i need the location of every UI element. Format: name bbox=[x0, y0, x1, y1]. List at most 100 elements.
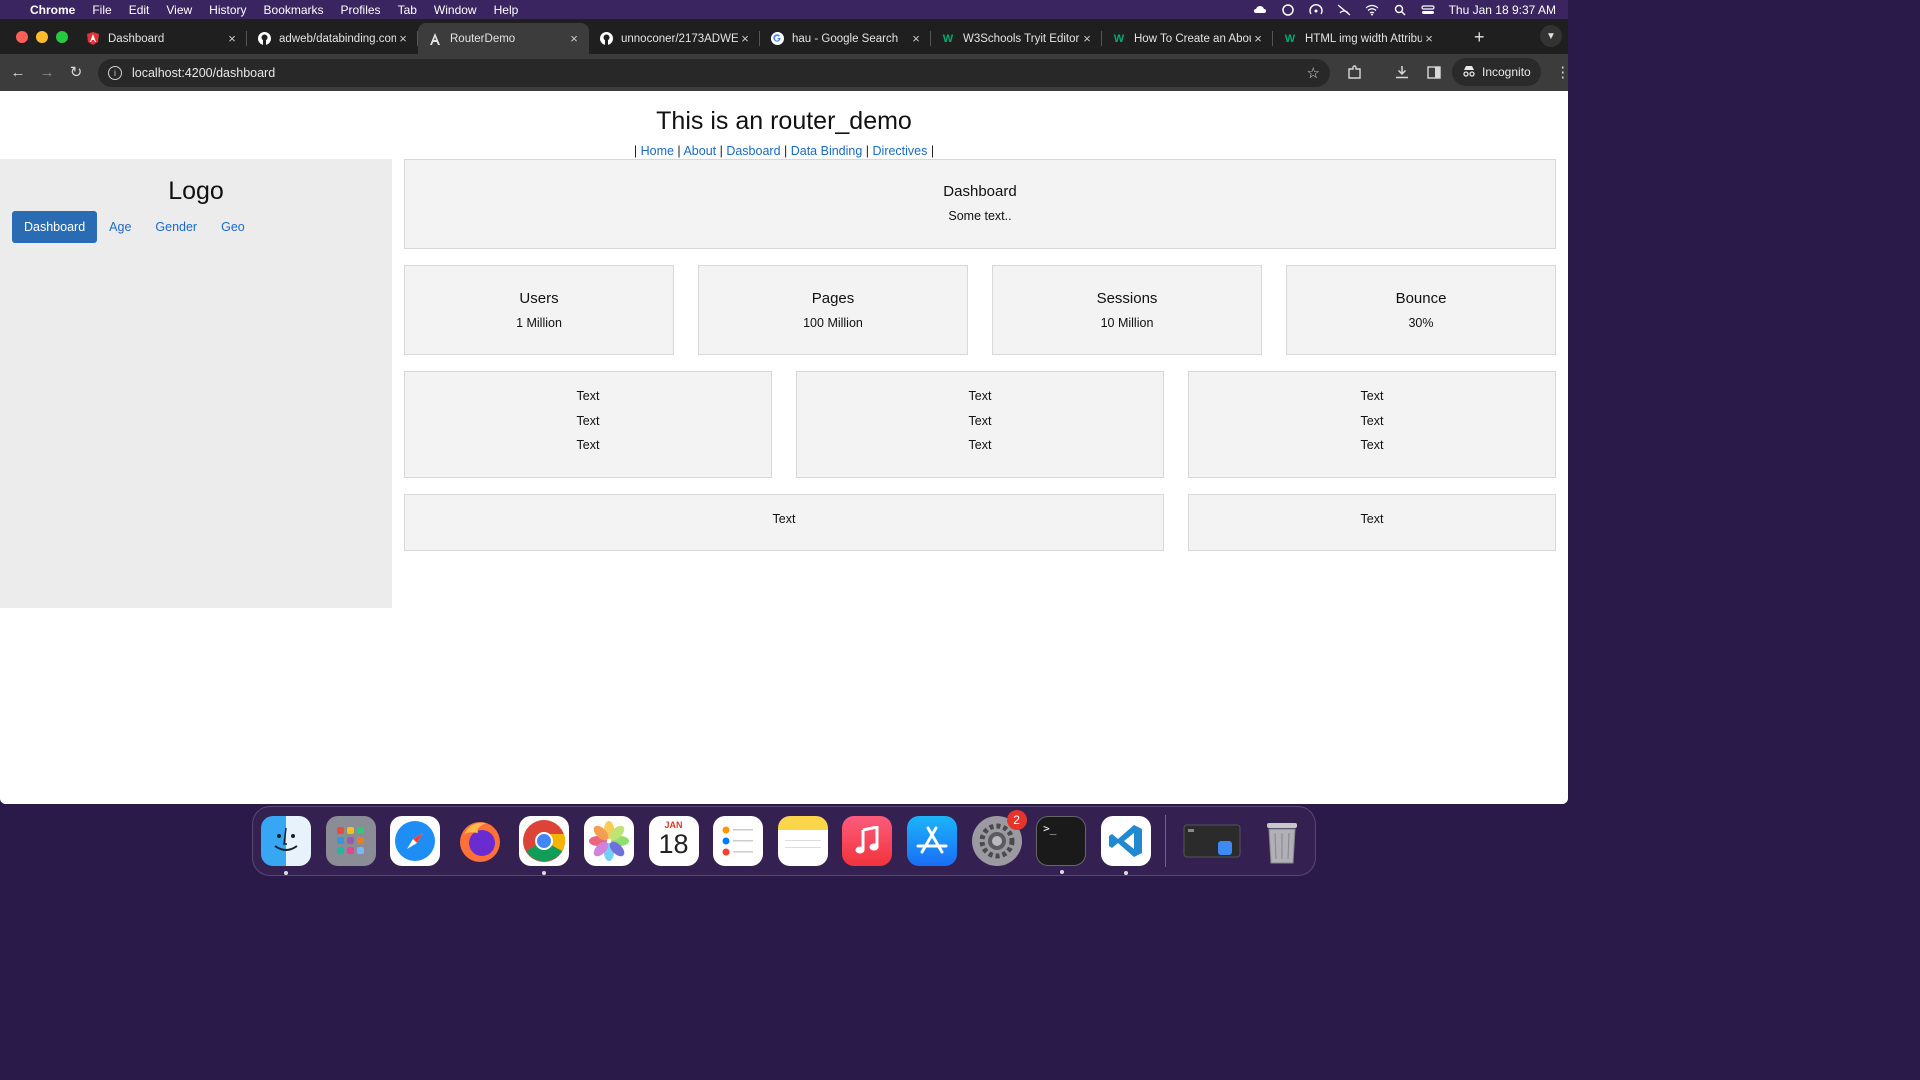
bookmark-star-icon[interactable]: ☆ bbox=[1307, 64, 1320, 82]
forward-arrow-icon[interactable]: → bbox=[33, 58, 61, 86]
tab-close-icon[interactable]: × bbox=[1080, 31, 1094, 46]
tab-close-icon[interactable]: × bbox=[738, 31, 752, 46]
tab-title: adweb/databinding.comp bbox=[279, 32, 396, 45]
finder-icon[interactable] bbox=[261, 816, 311, 875]
chrome-icon[interactable] bbox=[519, 816, 570, 875]
window-controls bbox=[16, 31, 68, 43]
sidebar-link-dashboard[interactable]: Dashboard bbox=[12, 211, 98, 243]
chrome-window: Dashboard × adweb/databinding.comp × Rou… bbox=[0, 19, 1568, 804]
chrome-menu-icon[interactable]: ⋮ bbox=[1549, 58, 1568, 86]
tab-close-icon[interactable]: × bbox=[1422, 31, 1436, 46]
tab-title: RouterDemo bbox=[450, 32, 516, 45]
text-line: Text bbox=[1360, 438, 1384, 452]
terminal-prompt-icon: >_ bbox=[1043, 822, 1057, 835]
sidebar-link-gender[interactable]: Gender bbox=[143, 211, 209, 243]
menu-bookmarks[interactable]: Bookmarks bbox=[264, 3, 324, 17]
dashboard-text: Some text.. bbox=[948, 209, 1012, 223]
nav-link-dashboard[interactable]: Dasboard bbox=[726, 144, 780, 158]
text-line: Text bbox=[576, 389, 600, 403]
w3schools-icon: W bbox=[1113, 32, 1125, 45]
site-info-icon[interactable]: i bbox=[108, 66, 122, 80]
menu-app-name[interactable]: Chrome bbox=[30, 3, 75, 17]
control-center-icon[interactable] bbox=[1420, 4, 1435, 15]
window-close-button[interactable] bbox=[16, 31, 28, 43]
creative-cloud-icon[interactable] bbox=[1281, 3, 1295, 16]
menu-help[interactable]: Help bbox=[494, 3, 519, 17]
menu-view[interactable]: View bbox=[166, 3, 192, 17]
settings-notification-badge: 2 bbox=[1006, 810, 1027, 830]
tab-dashboard[interactable]: Dashboard × bbox=[76, 23, 247, 54]
google-icon bbox=[770, 32, 784, 46]
tab-html-img-width[interactable]: W HTML img width Attribute × bbox=[1273, 23, 1444, 54]
weather-icon[interactable] bbox=[1253, 4, 1267, 15]
wide-text-card: Text bbox=[404, 494, 1164, 551]
menu-history[interactable]: History bbox=[209, 3, 246, 17]
window-maximize-button[interactable] bbox=[56, 31, 68, 43]
nav-link-data-binding[interactable]: Data Binding bbox=[791, 144, 863, 158]
nav-link-about[interactable]: About bbox=[683, 144, 716, 158]
tab-google-search[interactable]: hau - Google Search × bbox=[760, 23, 931, 54]
tab-w3schools-tryit[interactable]: W W3Schools Tryit Editor × bbox=[931, 23, 1102, 54]
calendar-icon[interactable]: JAN 18 bbox=[648, 816, 699, 866]
photos-icon[interactable] bbox=[583, 816, 634, 866]
menubar-clock[interactable]: Thu Jan 18 9:37 AM bbox=[1449, 3, 1556, 17]
text-line: Text bbox=[772, 512, 796, 526]
tab-close-icon[interactable]: × bbox=[567, 31, 581, 46]
trash-icon[interactable] bbox=[1257, 816, 1307, 866]
dashboard-header-card: Dashboard Some text.. bbox=[404, 159, 1556, 249]
app-store-icon[interactable] bbox=[906, 816, 957, 866]
tab-how-to-about[interactable]: W How To Create an About × bbox=[1102, 23, 1273, 54]
airdrop-icon[interactable] bbox=[1308, 3, 1323, 15]
text-line: Text bbox=[968, 389, 992, 403]
text-line: Text bbox=[1360, 389, 1384, 403]
stat-value: 100 Million bbox=[803, 316, 863, 330]
safari-icon[interactable] bbox=[390, 816, 441, 866]
top-nav: | Home | About | Dasboard | Data Binding… bbox=[633, 144, 935, 158]
wifi-icon[interactable] bbox=[1365, 4, 1379, 15]
menu-edit[interactable]: Edit bbox=[129, 3, 150, 17]
side-panel-icon[interactable] bbox=[1420, 58, 1448, 86]
window-minimize-button[interactable] bbox=[36, 31, 48, 43]
menu-window[interactable]: Window bbox=[434, 3, 477, 17]
tab-routerdemo[interactable]: RouterDemo × bbox=[418, 23, 589, 54]
tab-close-icon[interactable]: × bbox=[909, 31, 923, 46]
sidebar-link-age[interactable]: Age bbox=[97, 211, 143, 243]
new-tab-icon[interactable]: + bbox=[1474, 27, 1485, 48]
system-settings-icon[interactable]: 2 bbox=[971, 810, 1027, 866]
firefox-icon[interactable] bbox=[455, 816, 505, 866]
menu-profiles[interactable]: Profiles bbox=[341, 3, 381, 17]
tab-close-icon[interactable]: × bbox=[1251, 31, 1265, 46]
sidebar-nav: Dashboard Age Gender Geo bbox=[12, 211, 257, 243]
reload-icon[interactable]: ↻ bbox=[62, 58, 90, 86]
nav-link-directives[interactable]: Directives bbox=[873, 144, 928, 158]
menu-tab[interactable]: Tab bbox=[398, 3, 417, 17]
recent-window-thumbnail-icon[interactable] bbox=[1182, 816, 1242, 866]
launchpad-icon[interactable] bbox=[325, 816, 376, 866]
url-text[interactable]: localhost:4200/dashboard bbox=[132, 66, 275, 80]
tab-close-icon[interactable]: × bbox=[396, 31, 410, 46]
extensions-icon[interactable] bbox=[1340, 58, 1368, 86]
address-bar[interactable]: i localhost:4200/dashboard ☆ bbox=[98, 59, 1330, 87]
dock-separator bbox=[1165, 815, 1167, 867]
terminal-icon[interactable]: >_ bbox=[1036, 816, 1087, 874]
vscode-icon[interactable] bbox=[1100, 816, 1151, 875]
tab-close-icon[interactable]: × bbox=[225, 31, 239, 46]
back-arrow-icon[interactable]: ← bbox=[4, 58, 32, 86]
menu-file[interactable]: File bbox=[92, 3, 111, 17]
incognito-indicator[interactable]: Incognito bbox=[1452, 58, 1541, 86]
notes-icon[interactable] bbox=[777, 816, 828, 866]
reminders-icon[interactable] bbox=[713, 816, 764, 866]
tab-databinding-github[interactable]: adweb/databinding.comp × bbox=[247, 23, 418, 54]
tab-search-chevron-icon[interactable]: ▼ bbox=[1540, 25, 1562, 47]
calendar-day: 18 bbox=[658, 829, 689, 859]
download-icon[interactable] bbox=[1388, 58, 1416, 86]
macos-menu-bar: Chrome File Edit View History Bookmarks … bbox=[0, 0, 1568, 19]
tab-unnoconer-github[interactable]: unnoconer/2173ADWEB × bbox=[589, 23, 760, 54]
spotlight-search-icon[interactable] bbox=[1393, 4, 1407, 16]
text-line: Text bbox=[576, 413, 600, 428]
browser-toolbar: ← → ↻ i localhost:4200/dashboard ☆ Incog… bbox=[0, 54, 1568, 91]
sidebar-link-geo[interactable]: Geo bbox=[209, 211, 257, 243]
music-icon[interactable] bbox=[842, 816, 893, 866]
screen-mirroring-off-icon[interactable] bbox=[1337, 4, 1351, 15]
nav-link-home[interactable]: Home bbox=[641, 144, 674, 158]
